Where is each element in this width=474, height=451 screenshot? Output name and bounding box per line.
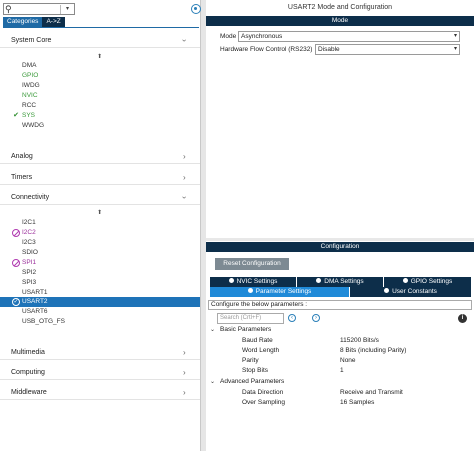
tab-gpio-settings[interactable]: GPIO Settings — [384, 277, 472, 287]
chevron-down-icon: ⌄ — [210, 327, 216, 333]
chevron-down-icon: ▾ — [453, 33, 457, 39]
table-row[interactable]: Data Direction Receive and Transmit — [206, 388, 474, 398]
table-row[interactable]: Parity None — [206, 356, 474, 366]
settings-tabs-row-1: NVIC Settings DMA Settings GPIO Settings — [210, 277, 472, 287]
forbidden-icon — [12, 259, 20, 267]
right-panel: USART2 Mode and Configuration Mode Mode … — [206, 0, 474, 451]
list-item[interactable]: GPIO — [0, 71, 200, 81]
radio-icon — [384, 288, 390, 293]
category-label: Connectivity — [11, 194, 50, 201]
list-item[interactable]: RCC — [0, 101, 200, 111]
tab-dma-settings[interactable]: DMA Settings — [297, 277, 384, 287]
list-item[interactable]: SPI1 — [0, 258, 200, 268]
config-hint: Configure the below parameters : — [208, 300, 472, 310]
search-next-icon[interactable]: › — [312, 314, 320, 322]
search-row: ⚲ ▾ — [3, 3, 201, 15]
reset-configuration-button[interactable]: Reset Configuration — [215, 258, 289, 270]
hfc-select[interactable]: Disable ▾ — [315, 44, 460, 55]
list-item[interactable]: SPI3 — [0, 278, 200, 288]
category-label: Timers — [11, 174, 33, 181]
mode-band: Mode — [206, 16, 474, 26]
info-icon[interactable]: i — [458, 314, 467, 323]
sort-icon[interactable]: ⬆ — [97, 53, 102, 60]
chevron-down-icon: ▾ — [453, 46, 457, 52]
radio-icon — [402, 278, 408, 283]
category-label: Analog — [11, 153, 33, 160]
category-computing[interactable]: Computing › — [0, 366, 200, 380]
settings-tabs-row-2: Parameter Settings User Constants — [210, 287, 472, 297]
table-row[interactable]: Over Sampling 16 Samples — [206, 398, 474, 408]
mode-select[interactable]: Asynchronous ▾ — [238, 31, 460, 42]
group-advanced-parameters[interactable]: ⌄ Advanced Parameters — [206, 377, 474, 387]
search-input[interactable]: ⚲ ▾ — [3, 3, 75, 15]
category-label: System Core — [11, 37, 52, 44]
gear-icon[interactable] — [191, 4, 201, 14]
panel-splitter[interactable] — [206, 238, 474, 241]
category-tabs: Categories A->Z — [3, 17, 65, 27]
list-item[interactable]: USB_OTG_FS — [0, 317, 200, 327]
configuration-band: Configuration — [206, 242, 474, 252]
category-system-core[interactable]: System Core › — [0, 34, 200, 48]
chevron-right-icon: › — [183, 173, 186, 182]
check-circle-icon: ✓ — [12, 298, 20, 306]
list-item[interactable]: SDIO — [0, 248, 200, 258]
tab-nvic-settings[interactable]: NVIC Settings — [210, 277, 297, 287]
table-row[interactable]: Stop Bits 1 — [206, 366, 474, 376]
tab-user-constants[interactable]: User Constants — [350, 287, 472, 297]
list-item[interactable]: I2C3 — [0, 238, 200, 248]
page-title: USART2 Mode and Configuration — [287, 4, 393, 11]
list-item[interactable]: WWDG — [0, 121, 200, 131]
list-item[interactable]: USART6 — [0, 307, 200, 317]
mode-row: Mode Asynchronous ▾ — [206, 31, 474, 43]
table-row[interactable]: Baud Rate 115200 Bits/s — [206, 336, 474, 346]
sort-icon[interactable]: ⬆ — [97, 209, 102, 216]
chevron-right-icon: › — [183, 152, 186, 161]
checkmark-icon: ✔ — [13, 112, 19, 119]
chevron-down-icon: ⌄ — [210, 379, 216, 385]
tab-underline — [3, 27, 199, 28]
hfc-label: Hardware Flow Control (RS232) — [220, 46, 313, 53]
hfc-row: Hardware Flow Control (RS232) Disable ▾ — [206, 44, 474, 56]
category-label: Multimedia — [11, 349, 45, 356]
forbidden-icon — [12, 229, 20, 237]
radio-icon — [228, 278, 234, 283]
radio-icon — [316, 278, 322, 283]
left-panel: ⚲ ▾ Categories A->Z System Core › ⬆ DMA … — [0, 0, 201, 451]
chevron-down-icon: › — [179, 39, 189, 42]
chevron-down-icon: › — [179, 196, 189, 199]
list-item[interactable]: I2C1 — [0, 218, 200, 228]
mode-label: Mode — [220, 33, 237, 40]
group-basic-parameters[interactable]: ⌄ Basic Parameters — [206, 325, 474, 335]
tab-categories[interactable]: Categories — [3, 17, 43, 27]
chevron-right-icon: › — [183, 388, 186, 397]
tab-parameter-settings[interactable]: Parameter Settings — [210, 287, 350, 297]
category-label: Computing — [11, 369, 45, 376]
chevron-right-icon: › — [183, 368, 186, 377]
category-label: Middleware — [11, 389, 47, 396]
category-timers[interactable]: Timers › — [0, 171, 200, 185]
list-item-selected[interactable]: ✓ USART2 — [0, 297, 200, 307]
chevron-down-icon[interactable]: ▾ — [60, 5, 74, 14]
category-connectivity[interactable]: Connectivity › — [0, 191, 200, 205]
search-prev-icon[interactable]: ‹ — [288, 314, 296, 322]
parameter-search-input[interactable]: Search (Crtl+F) — [217, 313, 284, 324]
list-item[interactable]: SPI2 — [0, 268, 200, 278]
chevron-right-icon: › — [183, 348, 186, 357]
radio-icon — [247, 288, 253, 293]
search-icon: ⚲ — [5, 4, 12, 14]
list-item[interactable]: ✔ SYS — [0, 111, 200, 121]
category-multimedia[interactable]: Multimedia › — [0, 346, 200, 360]
list-item[interactable]: NVIC — [0, 91, 200, 101]
table-row[interactable]: Word Length 8 Bits (including Parity) — [206, 346, 474, 356]
list-item[interactable]: DMA — [0, 61, 200, 71]
list-item[interactable]: IWDG — [0, 81, 200, 91]
tab-a-z[interactable]: A->Z — [42, 17, 65, 27]
list-item[interactable]: I2C2 — [0, 228, 200, 238]
category-middleware[interactable]: Middleware › — [0, 386, 200, 400]
category-analog[interactable]: Analog › — [0, 150, 200, 164]
